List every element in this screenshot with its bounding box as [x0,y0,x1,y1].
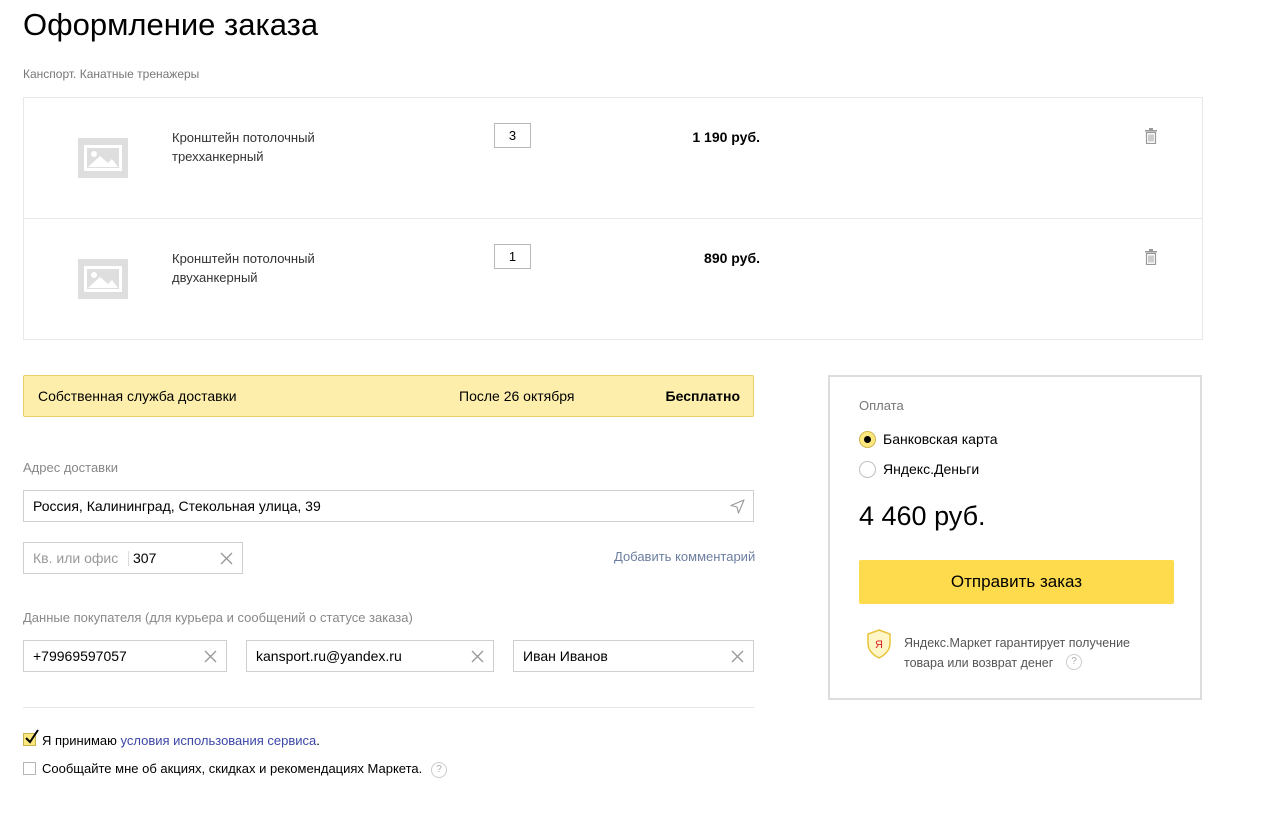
delivery-date: После 26 октября [459,388,575,404]
quantity-input[interactable]: 3 [494,123,531,148]
delivery-service: Собственная служба доставки [38,388,237,404]
payment-card-label[interactable]: Банковская карта [883,431,997,447]
address-value: Россия, Калининград, Стекольная улица, 3… [33,498,321,514]
shop-name: Канспорт. Канатные тренажеры [23,67,200,81]
buyer-label: Данные покупателя (для курьера и сообщен… [23,610,413,625]
name-input[interactable]: Иван Иванов [513,640,754,672]
promo-label: Сообщайте мне об акциях, скидках и реком… [42,761,423,776]
divider [23,707,754,708]
page-title: Оформление заказа [23,7,319,42]
submit-order-button[interactable]: Отправить заказ [859,560,1174,604]
payment-yandex-money-label[interactable]: Яндекс.Деньги [883,461,979,477]
guarantee-text: Яндекс.Маркет гарантирует получение това… [904,636,1131,670]
product-image-placeholder-icon [78,138,128,178]
add-comment-link[interactable]: Добавить комментарий [614,549,755,564]
name-value: Иван Иванов [523,648,608,664]
apartment-value: 307 [133,550,157,566]
product-image-placeholder-icon [78,259,128,299]
trash-icon[interactable] [1144,128,1158,145]
address-input[interactable]: Россия, Калининград, Стекольная улица, 3… [23,490,754,522]
delivery-option[interactable]: Собственная служба доставки После 26 окт… [23,375,754,417]
location-arrow-icon[interactable] [730,499,745,514]
product-name[interactable]: Кронштейн потолочный трехханкерный [172,128,342,166]
guarantee-badge: Я [875,639,883,651]
terms-checkbox[interactable] [23,729,39,746]
cart-item: Кронштейн потолочный двуханкерный 1 890 … [24,218,1202,339]
phone-value: +79969597057 [33,648,127,664]
apartment-input[interactable]: Кв. или офис 307 [23,542,243,574]
terms-link[interactable]: условия использования сервиса [121,733,317,748]
help-icon[interactable]: ? [1066,654,1082,670]
cart-items: Кронштейн потолочный трехханкерный 3 1 1… [23,97,1203,340]
quantity-input[interactable]: 1 [494,244,531,269]
apartment-placeholder: Кв. или офис [33,550,119,566]
terms-label: Я принимаю условия использования сервиса… [42,733,320,748]
order-total: 4 460 руб. [859,501,986,531]
terms-suffix: . [316,733,320,748]
payment-panel: Оплата Банковская карта Яндекс.Деньги 4 … [828,375,1202,700]
payment-yandex-money-radio[interactable] [859,461,876,478]
clear-icon[interactable] [220,552,233,565]
product-name[interactable]: Кронштейн потолочный двуханкерный [172,249,342,287]
product-price: 1 190 руб. [692,129,760,145]
cart-item: Кронштейн потолочный трехханкерный 3 1 1… [24,98,1202,218]
promo-checkbox[interactable] [23,762,36,775]
clear-icon[interactable] [731,650,744,663]
payment-card-radio[interactable] [859,431,876,448]
trash-icon[interactable] [1144,249,1158,266]
clear-icon[interactable] [471,650,484,663]
delivery-price: Бесплатно [665,388,740,404]
product-price: 890 руб. [704,250,760,266]
email-input[interactable]: kansport.ru@yandex.ru [246,640,494,672]
clear-icon[interactable] [204,650,217,663]
terms-prefix: Я принимаю [42,733,121,748]
help-icon[interactable]: ? [431,762,447,778]
email-value: kansport.ru@yandex.ru [256,648,402,664]
payment-label: Оплата [859,398,904,413]
phone-input[interactable]: +79969597057 [23,640,227,672]
apartment-divider [128,551,129,566]
shield-icon: Я [866,629,892,664]
address-label: Адрес доставки [23,460,119,475]
